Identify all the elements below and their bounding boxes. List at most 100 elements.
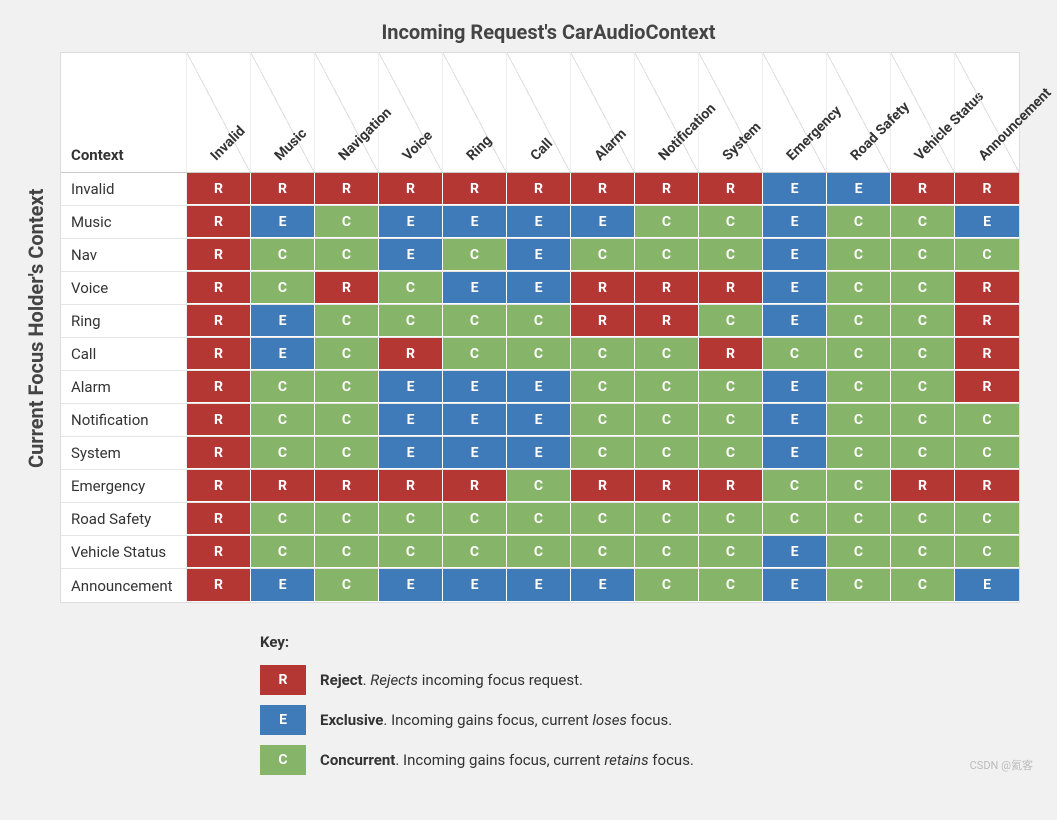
matrix-cell: C — [955, 536, 1019, 568]
matrix-cell: R — [699, 173, 763, 205]
matrix-cell: R — [187, 272, 251, 304]
matrix-cell: E — [443, 437, 507, 469]
matrix-cell: C — [251, 371, 315, 403]
matrix-cell: C — [315, 437, 379, 469]
matrix-cell: R — [187, 206, 251, 238]
matrix-cell: R — [571, 272, 635, 304]
matrix-cell: E — [763, 371, 827, 403]
matrix-cell: C — [251, 536, 315, 568]
matrix-cell: C — [891, 239, 955, 271]
row-header: System — [61, 437, 187, 469]
matrix-cell: C — [763, 503, 827, 535]
matrix-cell: R — [187, 503, 251, 535]
matrix-cell: C — [443, 305, 507, 337]
matrix-cell: E — [763, 437, 827, 469]
table-row: VoiceRCRCEERRRECCR — [61, 272, 1019, 305]
matrix-cell: C — [827, 437, 891, 469]
matrix-cell: C — [827, 536, 891, 568]
matrix-cell: R — [699, 470, 763, 502]
table-row: EmergencyRRRRRCRRRCCRR — [61, 470, 1019, 503]
matrix-cell: R — [187, 239, 251, 271]
matrix-cell: E — [763, 206, 827, 238]
matrix-cell: C — [571, 371, 635, 403]
legend-swatch: E — [260, 705, 306, 735]
matrix-cell: C — [827, 239, 891, 271]
interaction-matrix-document: Incoming Request's CarAudioContext Curre… — [20, 20, 1037, 775]
table-row: NavRCCECECCCECCC — [61, 239, 1019, 272]
row-header: Emergency — [61, 470, 187, 502]
table-row: AnnouncementRECEEEECCECCE — [61, 569, 1019, 602]
matrix-cell: E — [379, 437, 443, 469]
matrix-cell: R — [891, 470, 955, 502]
side-axis-title: Current Focus Holder's Context — [20, 98, 52, 558]
matrix-cell: E — [251, 338, 315, 370]
matrix-cell: C — [699, 239, 763, 271]
matrix-cell: E — [379, 239, 443, 271]
matrix-cell: C — [315, 305, 379, 337]
matrix-cell: C — [891, 305, 955, 337]
matrix-cell: C — [635, 437, 699, 469]
matrix-cell: C — [891, 338, 955, 370]
matrix-cell: E — [763, 404, 827, 436]
matrix-cell: C — [699, 437, 763, 469]
matrix-cell: C — [891, 569, 955, 602]
matrix-cell: R — [699, 338, 763, 370]
matrix-cell: C — [443, 239, 507, 271]
matrix-cell: C — [635, 569, 699, 602]
legend-item: RReject. Rejects incoming focus request. — [260, 665, 1037, 695]
matrix-cell: E — [251, 305, 315, 337]
matrix-cell: E — [955, 569, 1019, 602]
matrix-cell: C — [635, 536, 699, 568]
row-header: Music — [61, 206, 187, 238]
matrix-cell: E — [251, 569, 315, 602]
matrix-cell: C — [379, 536, 443, 568]
matrix-cell: C — [891, 272, 955, 304]
row-header: Nav — [61, 239, 187, 271]
matrix-cell: C — [315, 239, 379, 271]
matrix-cell: R — [315, 272, 379, 304]
matrix-cell: C — [571, 437, 635, 469]
matrix-cell: C — [315, 536, 379, 568]
matrix-cell: C — [827, 404, 891, 436]
column-header: Alarm — [571, 53, 635, 172]
matrix-cell: R — [187, 536, 251, 568]
row-header: Voice — [61, 272, 187, 304]
matrix-cell: C — [571, 404, 635, 436]
column-header: Voice — [379, 53, 443, 172]
matrix-cell: E — [763, 239, 827, 271]
column-header: Call — [507, 53, 571, 172]
matrix-cell: C — [827, 569, 891, 602]
matrix-cell: C — [635, 338, 699, 370]
matrix-cell: R — [187, 173, 251, 205]
matrix-cell: C — [315, 503, 379, 535]
column-header: Ring — [443, 53, 507, 172]
matrix-cell: R — [699, 272, 763, 304]
column-header: Navigation — [315, 53, 379, 172]
table-row: SystemRCCEEECCCECCC — [61, 437, 1019, 470]
table-row: Road SafetyRCCCCCCCCCCCC — [61, 503, 1019, 536]
matrix-cell: C — [955, 503, 1019, 535]
matrix-cell: R — [635, 173, 699, 205]
matrix-cell: C — [571, 536, 635, 568]
matrix-cell: C — [955, 437, 1019, 469]
matrix-cell: R — [955, 272, 1019, 304]
watermark: CSDN @氦客 — [970, 757, 1033, 773]
row-header: Vehicle Status — [61, 536, 187, 568]
matrix-cell: C — [443, 536, 507, 568]
row-header: Road Safety — [61, 503, 187, 535]
matrix-cell: R — [635, 305, 699, 337]
matrix-cell: C — [379, 305, 443, 337]
matrix-cell: C — [507, 503, 571, 535]
matrix-cell: C — [699, 206, 763, 238]
row-header: Invalid — [61, 173, 187, 205]
table-row: RingRECCCCRRCECCR — [61, 305, 1019, 338]
matrix-cell: R — [379, 338, 443, 370]
row-header: Ring — [61, 305, 187, 337]
matrix-cell: C — [251, 404, 315, 436]
matrix-cell: R — [187, 569, 251, 602]
matrix-cell: C — [635, 503, 699, 535]
matrix-cell: R — [507, 173, 571, 205]
matrix-cell: C — [827, 338, 891, 370]
matrix-cell: R — [379, 470, 443, 502]
table-row: AlarmRCCEEECCCECCR — [61, 371, 1019, 404]
